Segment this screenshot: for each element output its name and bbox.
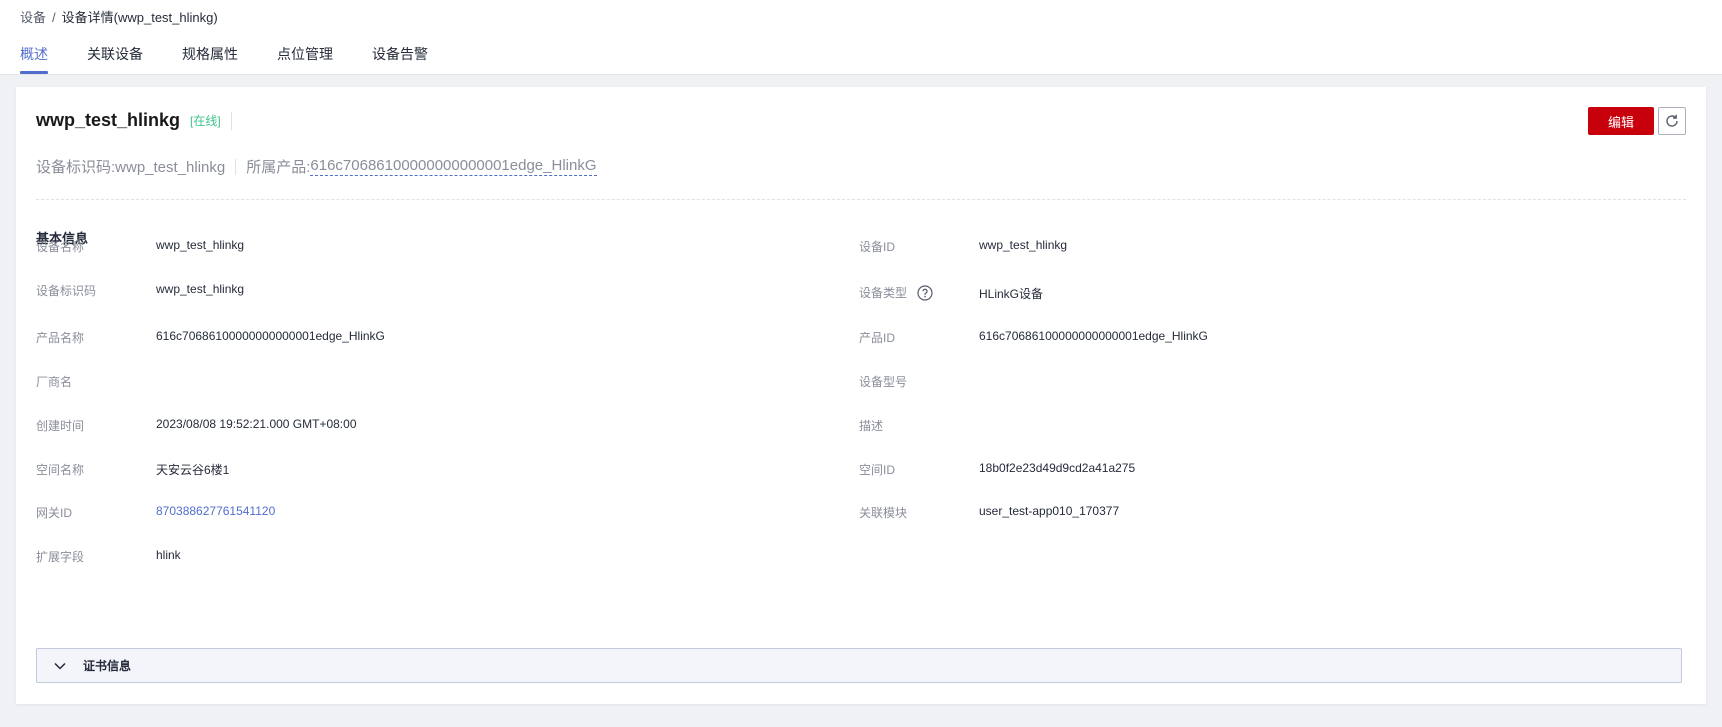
device-type-label-row: 设备类型 bbox=[859, 284, 933, 301]
extension-field-value: hlink bbox=[156, 548, 181, 562]
product-name-label: 产品名称 bbox=[36, 331, 85, 345]
device-id-label: 设备ID bbox=[859, 240, 896, 254]
tab-overview[interactable]: 概述 bbox=[20, 44, 48, 74]
device-summary-line: 设备标识码:wwp_test_hlinkg 所属产品: 616c70686100… bbox=[36, 156, 597, 177]
tab-spec-properties[interactable]: 规格属性 bbox=[182, 44, 238, 74]
device-type-label: 设备类型 bbox=[859, 286, 908, 300]
vendor-name-label: 厂商名 bbox=[36, 375, 73, 389]
product-name-value: 616c70686100000000000001edge_HlinkG bbox=[156, 329, 385, 343]
device-model-label: 设备型号 bbox=[859, 375, 908, 389]
refresh-button[interactable] bbox=[1658, 107, 1686, 135]
space-id-label: 空间ID bbox=[859, 463, 896, 477]
device-title-row: wwp_test_hlinkg [在线] bbox=[36, 110, 232, 131]
tab-device-alarms[interactable]: 设备告警 bbox=[372, 44, 428, 74]
refresh-icon bbox=[1664, 113, 1680, 129]
device-identifier-value: wwp_test_hlinkg bbox=[156, 282, 245, 296]
related-module-label: 关联模块 bbox=[859, 506, 908, 520]
breadcrumb-separator: / bbox=[52, 10, 56, 25]
device-detail-card: wwp_test_hlinkg [在线] 编辑 设备标识码:wwp_test_h… bbox=[16, 87, 1706, 704]
device-name-label: 设备名称 bbox=[36, 240, 85, 254]
help-icon[interactable] bbox=[917, 284, 933, 301]
edit-button[interactable]: 编辑 bbox=[1588, 107, 1654, 135]
related-module-value: user_test-app010_170377 bbox=[979, 504, 1120, 518]
device-name-value: wwp_test_hlinkg bbox=[156, 238, 245, 252]
top-navigation: 设备 / 设备详情(wwp_test_hlinkg) 概述 关联设备 规格属性 … bbox=[0, 0, 1722, 75]
extension-field-label: 扩展字段 bbox=[36, 550, 85, 564]
tab-bar: 概述 关联设备 规格属性 点位管理 设备告警 bbox=[20, 44, 467, 74]
section-divider bbox=[36, 199, 1686, 200]
space-name-label: 空间名称 bbox=[36, 463, 85, 477]
space-id-value: 18b0f2e23d49d9cd2a41a275 bbox=[979, 461, 1136, 475]
device-identifier-label: 设备标识码 bbox=[36, 284, 97, 298]
divider bbox=[235, 158, 237, 175]
product-id-label: 产品ID bbox=[859, 331, 896, 345]
device-identifier-summary: 设备标识码:wwp_test_hlinkg bbox=[36, 159, 226, 176]
breadcrumb: 设备 / 设备详情(wwp_test_hlinkg) bbox=[20, 10, 218, 26]
created-time-value: 2023/08/08 19:52:21.000 GMT+08:00 bbox=[156, 417, 357, 431]
status-badge: [在线] bbox=[190, 111, 232, 130]
chevron-down-icon bbox=[53, 659, 67, 673]
device-id-value: wwp_test_hlinkg bbox=[979, 238, 1068, 252]
breadcrumb-root[interactable]: 设备 bbox=[20, 10, 46, 26]
certificate-info-collapse[interactable]: 证书信息 bbox=[36, 648, 1682, 683]
created-time-label: 创建时间 bbox=[36, 419, 85, 433]
certificate-info-title: 证书信息 bbox=[83, 659, 132, 673]
space-name-value: 天安云谷6楼1 bbox=[156, 463, 230, 477]
tab-point-management[interactable]: 点位管理 bbox=[277, 44, 333, 74]
gateway-id-link[interactable]: 870388627761541120 bbox=[156, 504, 275, 518]
product-id-value: 616c70686100000000000001edge_HlinkG bbox=[979, 329, 1208, 343]
product-prefix: 所属产品: bbox=[246, 159, 311, 176]
device-type-value: HLinkG设备 bbox=[979, 287, 1044, 301]
tab-related-devices[interactable]: 关联设备 bbox=[87, 44, 143, 74]
gateway-id-label: 网关ID bbox=[36, 506, 73, 520]
description-label: 描述 bbox=[859, 419, 884, 433]
device-title: wwp_test_hlinkg bbox=[36, 110, 181, 130]
breadcrumb-current: 设备详情(wwp_test_hlinkg) bbox=[61, 10, 218, 25]
product-link[interactable]: 616c70686100000000000001edge_HlinkG bbox=[310, 157, 597, 176]
